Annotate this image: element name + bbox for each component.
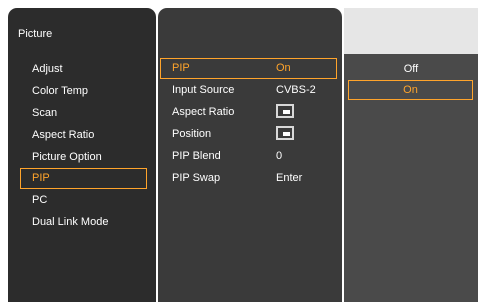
submenu-label: Input Source bbox=[172, 84, 235, 96]
menu-item-scan[interactable]: Scan bbox=[8, 102, 144, 124]
aspect-ratio-icon bbox=[276, 104, 294, 118]
submenu-value: CVBS-2 bbox=[276, 84, 316, 96]
menu-item-dual-link-mode[interactable]: Dual Link Mode bbox=[8, 211, 144, 233]
option-off[interactable]: Off bbox=[344, 58, 478, 80]
main-menu-list: Adjust Color Temp Scan Aspect Ratio Pict… bbox=[8, 58, 156, 233]
submenu-item-pip[interactable]: PIP On bbox=[160, 58, 337, 79]
menu-item-color-temp[interactable]: Color Temp bbox=[8, 80, 144, 102]
submenu-item-input-source[interactable]: Input Source CVBS-2 bbox=[158, 79, 342, 101]
submenu-label: Position bbox=[172, 128, 212, 140]
submenu-item-aspect-ratio[interactable]: Aspect Ratio bbox=[158, 101, 342, 123]
submenu-panel: PIP On Input Source CVBS-2 Aspect Ratio … bbox=[158, 8, 342, 302]
menu-item-pc[interactable]: PC bbox=[8, 189, 144, 211]
submenu-value: On bbox=[276, 62, 291, 74]
submenu-item-position[interactable]: Position bbox=[158, 123, 342, 145]
submenu-list: PIP On Input Source CVBS-2 Aspect Ratio … bbox=[158, 58, 342, 189]
options-panel: Off On bbox=[344, 8, 478, 302]
submenu-value: 0 bbox=[276, 150, 283, 162]
menu-title: Picture bbox=[18, 28, 53, 40]
submenu-item-pip-blend[interactable]: PIP Blend 0 bbox=[158, 145, 342, 167]
osd-menu: Picture Adjust Color Temp Scan Aspect Ra… bbox=[0, 0, 478, 305]
submenu-label: PIP bbox=[172, 62, 190, 74]
options-list: Off On bbox=[344, 58, 478, 100]
menu-item-pip[interactable]: PIP bbox=[20, 168, 147, 189]
submenu-label: PIP Swap bbox=[172, 172, 221, 184]
menu-item-adjust[interactable]: Adjust bbox=[8, 58, 144, 80]
menu-item-aspect-ratio[interactable]: Aspect Ratio bbox=[8, 124, 144, 146]
options-list-area: Off On bbox=[344, 54, 478, 302]
submenu-label: Aspect Ratio bbox=[172, 106, 235, 118]
main-menu-panel: Picture Adjust Color Temp Scan Aspect Ra… bbox=[8, 8, 156, 302]
menu-item-picture-option[interactable]: Picture Option bbox=[8, 146, 144, 168]
option-on[interactable]: On bbox=[348, 80, 473, 100]
submenu-item-pip-swap[interactable]: PIP Swap Enter bbox=[158, 167, 342, 189]
submenu-label: PIP Blend bbox=[172, 150, 221, 162]
position-icon bbox=[276, 126, 294, 140]
submenu-value: Enter bbox=[276, 172, 303, 184]
